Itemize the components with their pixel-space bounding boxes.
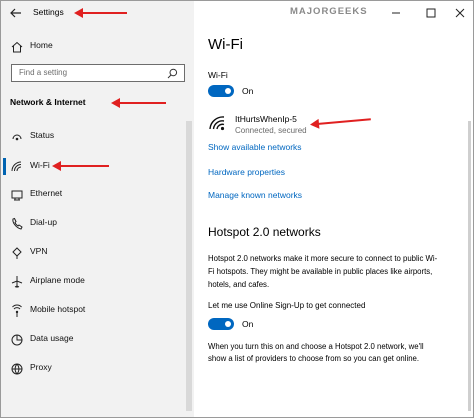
sidebar-scrollbar[interactable] xyxy=(186,121,192,411)
settings-window: Settings Home Find a setting Network & I… xyxy=(0,0,474,418)
minimize-icon[interactable] xyxy=(387,4,405,22)
page-title: Wi-Fi xyxy=(208,36,243,53)
sidebar-item-label: Status xyxy=(30,130,55,140)
network-status: Connected, secured xyxy=(235,126,307,135)
sidebar-item-ethernet[interactable]: Ethernet xyxy=(1,182,194,208)
sidebar-item-proxy[interactable]: Proxy xyxy=(1,356,194,382)
sidebar-item-label: Data usage xyxy=(30,333,74,343)
toggle-knob xyxy=(225,321,231,327)
search-placeholder: Find a setting xyxy=(19,68,68,77)
maximize-icon[interactable] xyxy=(422,4,440,22)
sidebar-item-label: Ethernet xyxy=(30,188,63,198)
back-arrow-icon[interactable] xyxy=(9,6,23,20)
window-title: Settings xyxy=(33,7,64,17)
hotspot-description-line-3: hotels, and cafes. xyxy=(208,280,270,289)
main-pane: MAJORGEEKS Wi-Fi Wi-Fi On ItHurtsWhenIp-… xyxy=(194,1,473,417)
toggle-knob xyxy=(225,88,231,94)
sidebar-item-vpn[interactable]: VPN xyxy=(1,240,194,266)
sidebar-item-label: Airplane mode xyxy=(30,275,85,285)
wifi-label: Wi-Fi xyxy=(208,70,228,80)
search-input[interactable]: Find a setting xyxy=(11,64,185,82)
section-title: Network & Internet xyxy=(10,97,86,107)
hardware-properties-link[interactable]: Hardware properties xyxy=(208,167,285,177)
sidebar-item-home[interactable]: Home xyxy=(1,34,194,60)
watermark: MAJORGEEKS xyxy=(290,6,368,17)
sidebar-item-label: VPN xyxy=(30,246,48,256)
sidebar-item-label: Dial-up xyxy=(30,217,57,227)
sidebar: Settings Home Find a setting Network & I… xyxy=(1,1,194,417)
airplane-icon xyxy=(11,276,23,288)
hotspot-description-line-1: Hotspot 2.0 networks make it more secure… xyxy=(208,254,438,263)
hotspot-title: Hotspot 2.0 networks xyxy=(208,225,321,239)
sidebar-item-label: Mobile hotspot xyxy=(30,304,86,314)
proxy-icon xyxy=(11,363,23,375)
sidebar-item-label: Home xyxy=(30,40,53,50)
sidebar-item-airplane-mode[interactable]: Airplane mode xyxy=(1,269,194,295)
vpn-icon xyxy=(12,247,22,259)
sidebar-item-mobile-hotspot[interactable]: Mobile hotspot xyxy=(1,298,194,324)
online-signup-state: On xyxy=(242,319,254,329)
online-signup-toggle[interactable] xyxy=(208,318,234,330)
show-available-networks-link[interactable]: Show available networks xyxy=(208,142,302,152)
annotation-arrow-wifi xyxy=(52,161,109,171)
wifi-toggle[interactable] xyxy=(208,85,234,97)
close-icon[interactable] xyxy=(451,4,469,22)
network-name[interactable]: ItHurtsWhenIp-5 xyxy=(235,114,297,124)
data-usage-icon xyxy=(11,334,23,346)
home-icon xyxy=(11,41,23,53)
sidebar-item-dialup[interactable]: Dial-up xyxy=(1,211,194,237)
sidebar-item-label: Wi-Fi xyxy=(30,160,50,170)
wifi-signal-icon[interactable] xyxy=(208,114,228,132)
sidebar-item-status[interactable]: Status xyxy=(1,124,194,150)
online-signup-label: Let me use Online Sign-Up to get connect… xyxy=(208,301,366,310)
mobile-hotspot-icon xyxy=(12,304,22,317)
main-scrollbar[interactable] xyxy=(468,121,471,411)
hotspot-description-line-2: Fi hotspots. They might be available in … xyxy=(208,267,433,276)
search-icon xyxy=(167,68,178,79)
manage-known-networks-link[interactable]: Manage known networks xyxy=(208,190,302,200)
footer-text-line-2: show a list of providers to choose from … xyxy=(208,354,420,363)
wifi-icon xyxy=(11,161,22,172)
ethernet-icon xyxy=(11,190,23,201)
dialup-icon xyxy=(12,217,23,230)
sidebar-item-label: Proxy xyxy=(30,362,52,372)
annotation-arrow-title xyxy=(74,8,127,18)
sidebar-item-wifi[interactable]: Wi-Fi xyxy=(1,154,194,180)
footer-text-line-1: When you turn this on and choose a Hotsp… xyxy=(208,342,424,351)
sidebar-item-data-usage[interactable]: Data usage xyxy=(1,327,194,353)
status-icon xyxy=(12,134,22,141)
wifi-toggle-state: On xyxy=(242,86,254,96)
annotation-arrow-section xyxy=(111,98,166,108)
